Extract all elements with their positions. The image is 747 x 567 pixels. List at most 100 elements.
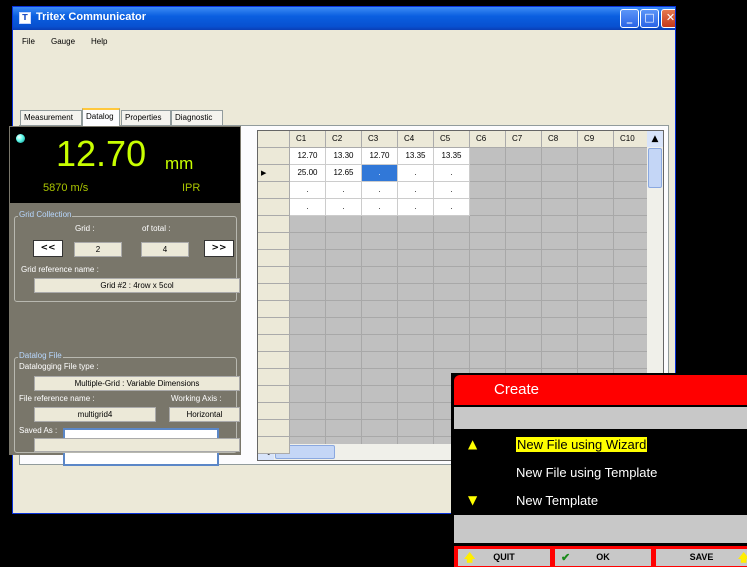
grid-cell[interactable] xyxy=(506,352,542,369)
row-header[interactable] xyxy=(258,352,290,369)
grid-cell[interactable] xyxy=(506,233,542,250)
tab-measurement[interactable]: Measurement xyxy=(20,110,82,125)
grid-cell[interactable] xyxy=(578,182,614,199)
grid-cell[interactable]: . xyxy=(362,165,398,182)
grid-cell[interactable] xyxy=(290,352,326,369)
grid-cell[interactable] xyxy=(542,352,578,369)
grid-cell[interactable] xyxy=(578,267,614,284)
grid-cell[interactable] xyxy=(326,250,362,267)
tab-diagnostic[interactable]: Diagnostic xyxy=(171,110,223,125)
grid-cell[interactable] xyxy=(290,284,326,301)
grid-cell[interactable]: 25.00 xyxy=(290,165,326,182)
grid-cell[interactable]: . xyxy=(290,182,326,199)
grid-cell[interactable] xyxy=(542,335,578,352)
grid-cell[interactable] xyxy=(434,250,470,267)
grid-cell[interactable] xyxy=(434,301,470,318)
grid-cell[interactable] xyxy=(290,335,326,352)
grid-cell[interactable]: 13.35 xyxy=(398,148,434,165)
grid-cell[interactable]: 12.70 xyxy=(290,148,326,165)
row-header[interactable] xyxy=(258,386,290,403)
row-header[interactable] xyxy=(258,369,290,386)
row-header[interactable] xyxy=(258,437,290,454)
grid-cell[interactable] xyxy=(362,386,398,403)
grid-cell[interactable] xyxy=(614,148,650,165)
grid-cell[interactable] xyxy=(542,199,578,216)
grid-cell[interactable]: . xyxy=(326,182,362,199)
column-header[interactable]: C4 xyxy=(398,131,434,148)
row-header[interactable] xyxy=(258,250,290,267)
menu-gauge[interactable]: Gauge xyxy=(51,37,75,46)
grid-cell[interactable] xyxy=(362,403,398,420)
column-header[interactable]: C9 xyxy=(578,131,614,148)
grid-cell[interactable] xyxy=(362,369,398,386)
grid-cell[interactable] xyxy=(326,386,362,403)
grid-cell[interactable] xyxy=(434,352,470,369)
row-header[interactable] xyxy=(258,301,290,318)
grid-cell[interactable] xyxy=(470,233,506,250)
grid-cell[interactable] xyxy=(614,233,650,250)
grid-cell[interactable] xyxy=(470,250,506,267)
tab-properties[interactable]: Properties xyxy=(121,110,171,125)
grid-cell[interactable] xyxy=(290,386,326,403)
column-header[interactable]: C10 xyxy=(614,131,650,148)
grid-cell[interactable] xyxy=(470,267,506,284)
grid-cell[interactable]: 12.70 xyxy=(362,148,398,165)
grid-cell[interactable] xyxy=(470,199,506,216)
row-header[interactable]: ▶ xyxy=(258,165,290,182)
grid-cell[interactable] xyxy=(362,420,398,437)
grid-cell[interactable] xyxy=(614,182,650,199)
column-header[interactable]: C3 xyxy=(362,131,398,148)
grid-cell[interactable] xyxy=(290,233,326,250)
grid-cell[interactable] xyxy=(542,284,578,301)
close-button[interactable]: ✕ xyxy=(661,9,675,28)
grid-cell[interactable] xyxy=(470,318,506,335)
grid-cell[interactable] xyxy=(398,369,434,386)
grid-cell[interactable] xyxy=(434,233,470,250)
grid-cell[interactable] xyxy=(362,233,398,250)
column-header[interactable]: C7 xyxy=(506,131,542,148)
minimize-button[interactable]: _ xyxy=(620,9,639,28)
row-header[interactable] xyxy=(258,318,290,335)
grid-cell[interactable] xyxy=(434,284,470,301)
grid-cell[interactable]: 13.35 xyxy=(434,148,470,165)
row-header[interactable] xyxy=(258,335,290,352)
grid-cell[interactable] xyxy=(506,267,542,284)
grid-cell[interactable] xyxy=(614,165,650,182)
grid-cell[interactable] xyxy=(290,301,326,318)
row-header[interactable] xyxy=(258,199,290,216)
grid-cell[interactable] xyxy=(506,250,542,267)
grid-cell[interactable] xyxy=(614,267,650,284)
grid-cell[interactable] xyxy=(290,250,326,267)
save-button[interactable]: SAVE 🡅 xyxy=(656,549,747,566)
grid-cell[interactable] xyxy=(506,165,542,182)
grid-cell[interactable] xyxy=(434,335,470,352)
grid-cell[interactable] xyxy=(398,216,434,233)
grid-cell[interactable] xyxy=(614,199,650,216)
grid-cell[interactable] xyxy=(506,148,542,165)
grid-cell[interactable] xyxy=(506,182,542,199)
vertical-scroll-thumb[interactable] xyxy=(648,148,662,188)
grid-cell[interactable]: . xyxy=(434,199,470,216)
grid-cell[interactable] xyxy=(326,369,362,386)
grid-cell[interactable] xyxy=(578,233,614,250)
grid-cell[interactable]: . xyxy=(398,199,434,216)
grid-cell[interactable] xyxy=(578,199,614,216)
grid-cell[interactable] xyxy=(578,216,614,233)
grid-cell[interactable] xyxy=(326,335,362,352)
option-new-file-wizard[interactable]: ▲ New File using Wizard xyxy=(454,433,747,457)
grid-cell[interactable]: . xyxy=(362,199,398,216)
grid-cell[interactable] xyxy=(290,420,326,437)
grid-cell[interactable]: . xyxy=(290,199,326,216)
maximize-button[interactable]: □ xyxy=(640,9,659,28)
grid-cell[interactable] xyxy=(578,301,614,318)
grid-cell[interactable] xyxy=(470,301,506,318)
grid-cell[interactable] xyxy=(398,335,434,352)
menu-file[interactable]: File xyxy=(22,37,35,46)
grid-cell[interactable]: 13.30 xyxy=(326,148,362,165)
grid-cell[interactable] xyxy=(542,250,578,267)
column-header[interactable]: C2 xyxy=(326,131,362,148)
grid-cell[interactable]: . xyxy=(398,182,434,199)
grid-cell[interactable] xyxy=(398,267,434,284)
row-header[interactable] xyxy=(258,267,290,284)
grid-cell[interactable] xyxy=(362,352,398,369)
